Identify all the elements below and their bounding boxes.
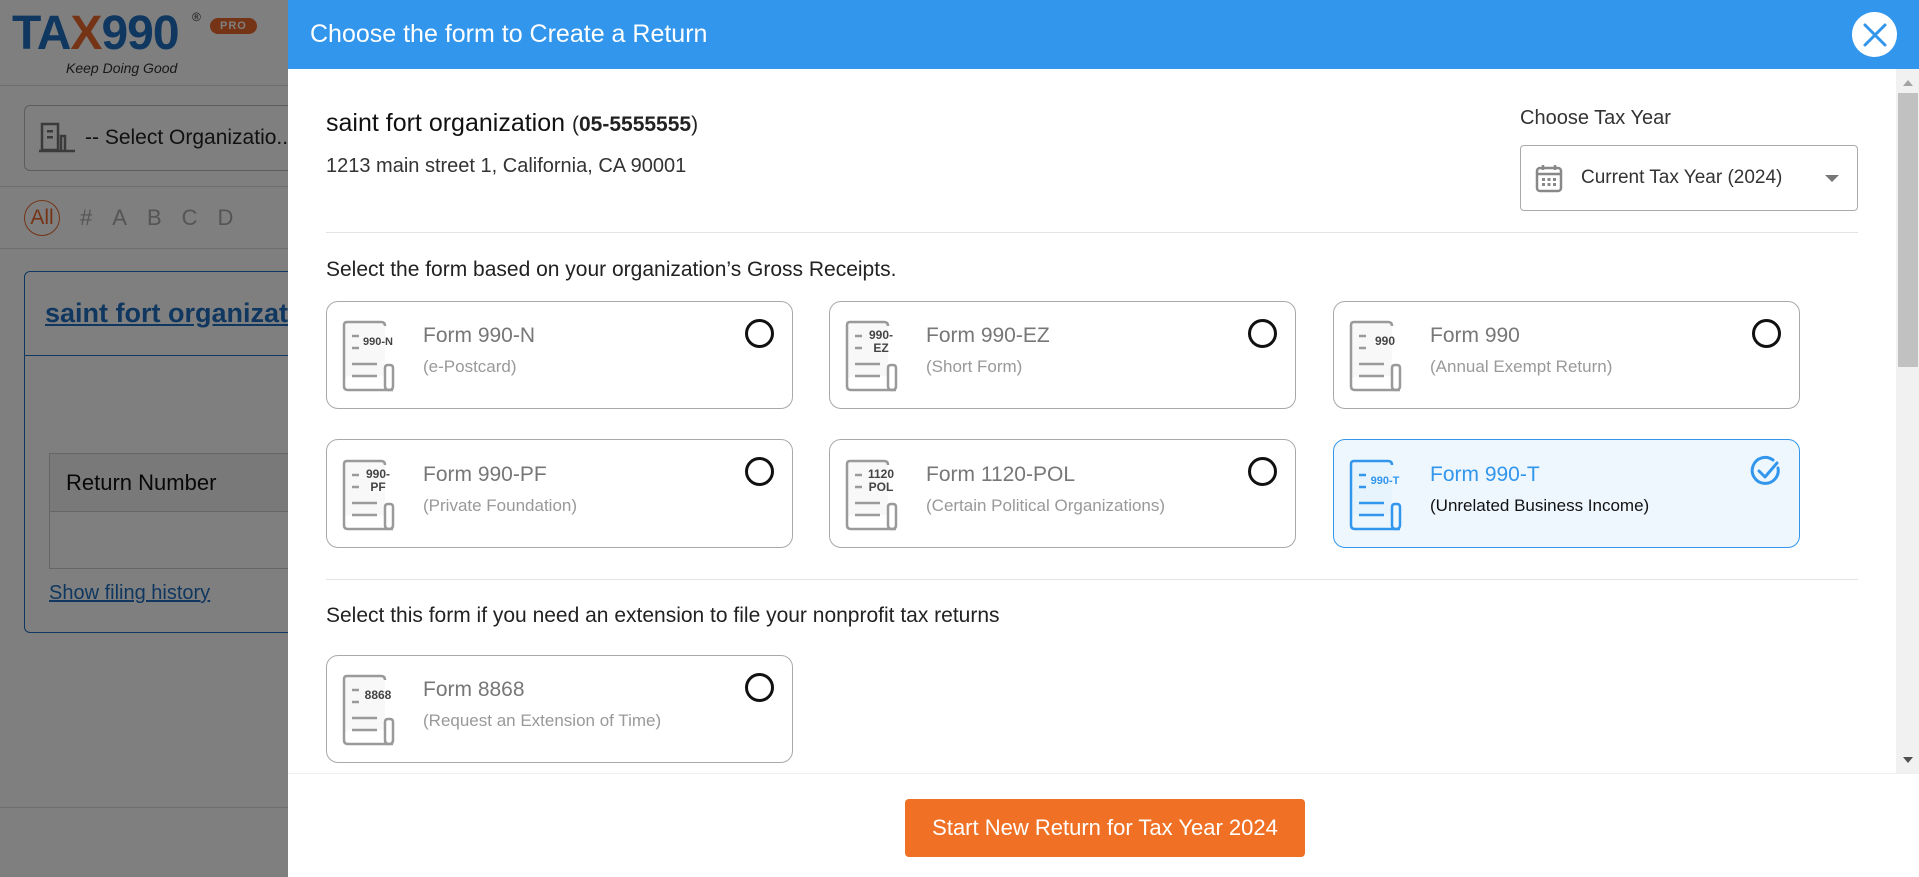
form-card-990[interactable]: 990 Form 990 (Annual Exempt Return)	[1333, 301, 1800, 409]
organization-ein: 05-5555555	[578, 113, 692, 136]
radio-button[interactable]	[745, 673, 774, 702]
svg-text:1120: 1120	[868, 467, 894, 481]
scroll-up-arrow[interactable]	[1903, 80, 1913, 86]
divider	[326, 232, 1858, 233]
scrollbar[interactable]	[1896, 69, 1919, 773]
organization-header: saint fort organization (05-5555555)	[326, 109, 699, 137]
svg-text:POL: POL	[869, 480, 894, 494]
form-document-icon: 990-T	[1348, 459, 1412, 536]
form-card-990-pf[interactable]: 990- PF Form 990-PF (Private Foundation)	[326, 439, 793, 548]
scroll-down-arrow[interactable]	[1903, 757, 1913, 763]
radio-button[interactable]	[1248, 319, 1277, 348]
modal-body: saint fort organization (05-5555555) 121…	[288, 69, 1896, 773]
form-document-icon: 990- EZ	[844, 320, 908, 397]
form-document-icon: 1120 POL	[844, 459, 908, 536]
form-subtitle: (Request an Extension of Time)	[423, 711, 662, 730]
radio-button[interactable]	[745, 457, 774, 486]
svg-text:8868: 8868	[365, 688, 392, 702]
divider	[326, 579, 1858, 580]
form-title: Form 990-N	[423, 324, 536, 347]
form-card-1120-pol[interactable]: 1120 POL Form 1120-POL (Certain Political O…	[829, 439, 1296, 548]
checked-circle-icon[interactable]	[1749, 454, 1783, 488]
close-icon	[1863, 23, 1886, 46]
radio-button[interactable]	[745, 319, 774, 348]
form-title: Form 8868	[423, 678, 525, 701]
form-title: Form 990-EZ	[926, 324, 1050, 347]
form-subtitle: (Private Foundation)	[423, 496, 578, 515]
scroll-thumb[interactable]	[1898, 93, 1918, 367]
close-button[interactable]	[1852, 12, 1897, 57]
gross-receipts-prompt: Select the form based on your organizati…	[326, 258, 897, 281]
tax-year-select[interactable]: Current Tax Year (2024)	[1520, 145, 1858, 211]
form-title: Form 990-T	[1430, 463, 1540, 486]
svg-text:PF: PF	[370, 480, 385, 494]
form-document-icon: 990	[1348, 320, 1412, 397]
form-subtitle: (Short Form)	[926, 357, 1023, 376]
form-card-8868[interactable]: 8868 Form 8868 (Request an Extension of Ti…	[326, 655, 793, 763]
form-card-990-t[interactable]: 990-T Form 990-T (Unrelated Business Incom…	[1333, 439, 1800, 548]
modal-footer: Start New Return for Tax Year 2024	[288, 773, 1919, 877]
organization-name: saint fort organization	[326, 109, 566, 137]
svg-text:990: 990	[1375, 334, 1395, 348]
create-return-modal: Choose the form to Create a Return saint…	[288, 0, 1919, 877]
radio-button[interactable]	[1752, 319, 1781, 348]
form-document-icon: 990-N	[341, 320, 405, 397]
caret-down-icon	[1825, 174, 1839, 182]
form-subtitle: (Annual Exempt Return)	[1430, 357, 1613, 376]
modal-title: Choose the form to Create a Return	[310, 20, 708, 48]
tax-year-value: Current Tax Year (2024)	[1581, 167, 1783, 188]
modal-header: Choose the form to Create a Return	[288, 0, 1919, 69]
form-subtitle: (Unrelated Business Income)	[1430, 496, 1650, 515]
organization-address: 1213 main street 1, California, CA 90001	[326, 155, 687, 177]
radio-button[interactable]	[1248, 457, 1277, 486]
form-card-990-ez[interactable]: 990- EZ Form 990-EZ (Short Form)	[829, 301, 1296, 409]
form-title: Form 990	[1430, 324, 1520, 347]
form-document-icon: 990- PF	[341, 459, 405, 536]
svg-text:990-: 990-	[869, 328, 893, 342]
svg-text:990-N: 990-N	[363, 336, 393, 348]
form-title: Form 1120-POL	[926, 463, 1075, 486]
svg-text:EZ: EZ	[873, 341, 888, 355]
calendar-icon	[1535, 165, 1563, 193]
svg-text:990-T: 990-T	[1371, 475, 1400, 487]
form-title: Form 990-PF	[423, 463, 547, 486]
start-new-return-button[interactable]: Start New Return for Tax Year 2024	[905, 799, 1305, 857]
form-card-990-n[interactable]: 990-N Form 990-N (e-Postcard)	[326, 301, 793, 409]
form-document-icon: 8868	[341, 674, 405, 751]
form-subtitle: (e-Postcard)	[423, 357, 517, 376]
tax-year-label: Choose Tax Year	[1520, 107, 1671, 129]
form-subtitle: (Certain Political Organizations)	[926, 496, 1166, 515]
svg-text:990-: 990-	[366, 467, 390, 481]
extension-prompt: Select this form if you need an extensio…	[326, 604, 1000, 627]
